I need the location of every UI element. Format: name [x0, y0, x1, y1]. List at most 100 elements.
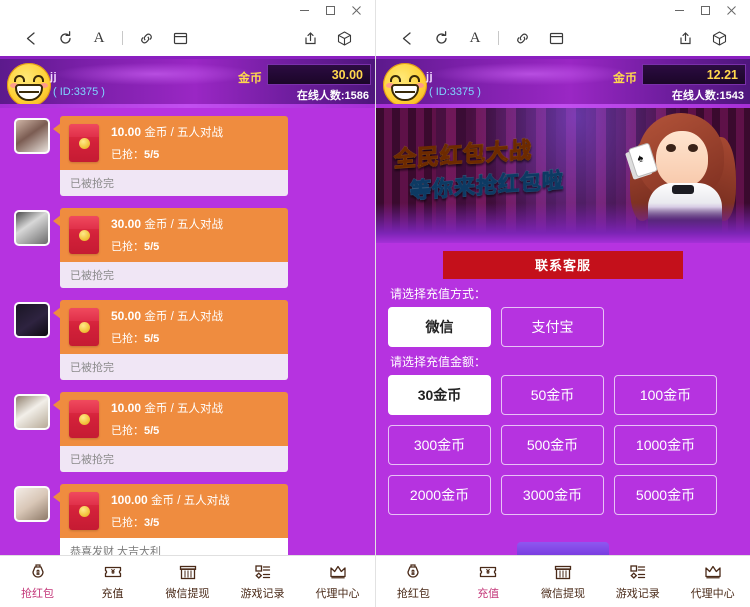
- link-icon[interactable]: [129, 21, 163, 55]
- share-icon[interactable]: [668, 21, 702, 55]
- app-header-right: jj ( ID:3375 ) 金币 12.21 在线人数:1543: [376, 56, 750, 108]
- window-icon[interactable]: [539, 21, 573, 55]
- banner-headline: 全民红包大战 等你来抢红包啦: [394, 130, 565, 206]
- list-item[interactable]: 100.00 金币 / 五人对战 已抢：3/5 恭喜发财 大吉大利: [0, 484, 375, 555]
- window-icon[interactable]: [163, 21, 197, 55]
- avatar: [14, 486, 50, 522]
- avatar[interactable]: [7, 63, 51, 107]
- packet-status: 已被抢完: [60, 446, 288, 472]
- payment-method-wechat[interactable]: 微信: [388, 307, 491, 347]
- packet-claim: 已抢：5/5: [111, 330, 280, 346]
- close-icon[interactable]: [718, 1, 744, 19]
- character-bowtie: [672, 185, 694, 194]
- contact-support-button[interactable]: 联系客服: [443, 249, 683, 279]
- gift-icon: [554, 565, 572, 580]
- maximize-icon[interactable]: [317, 1, 343, 19]
- packet-unit: 金币 / 五人对战: [144, 403, 223, 416]
- left-pane: A jj (ID:3375) 金币 30.00 在线人数:1586 10.0…: [0, 0, 375, 607]
- list-item[interactable]: 10.00 金币 / 五人对战 已抢：5/5 已被抢完: [0, 392, 375, 478]
- payment-method-group: 微信 支付宝: [376, 307, 750, 347]
- recharge-panel: 联系客服 请选择充值方式： 微信 支付宝 请选择充值金额： 30金币 50金币 …: [376, 243, 750, 555]
- list-item[interactable]: 50.00 金币 / 五人对战 已抢：5/5 已被抢完: [0, 300, 375, 386]
- tab-wechat-withdraw[interactable]: 微信提现: [526, 562, 601, 601]
- tab-recharge[interactable]: 充值: [75, 562, 150, 601]
- close-icon[interactable]: [343, 1, 369, 19]
- window-controls-right: [376, 0, 750, 20]
- amount-option-3000[interactable]: 3000金币: [501, 475, 604, 515]
- amount-option-5000[interactable]: 5000金币: [614, 475, 717, 515]
- tab-label: 充值: [477, 588, 500, 600]
- refresh-icon[interactable]: [424, 21, 458, 55]
- tab-label: 游戏记录: [615, 588, 660, 600]
- tab-label: 微信提现: [165, 588, 210, 600]
- tab-label: 充值: [101, 588, 124, 600]
- red-packet-icon: [69, 400, 99, 438]
- amount-option-100[interactable]: 100金币: [614, 375, 717, 415]
- packet-bubble: 50.00 金币 / 五人对战 已抢：5/5 已被抢完: [53, 300, 288, 380]
- minimize-icon[interactable]: [666, 1, 692, 19]
- coin-value: 30.00: [331, 67, 363, 82]
- packet-bubble-body: 30.00 金币 / 五人对战 已抢：5/5: [60, 208, 288, 262]
- packet-claim-value: 5/5: [144, 332, 160, 345]
- amount-option-500[interactable]: 500金币: [501, 425, 604, 465]
- red-packet-icon: [69, 308, 99, 346]
- tab-wechat-withdraw[interactable]: 微信提现: [150, 562, 225, 601]
- ticket-icon: [104, 566, 121, 578]
- packet-unit: 金币 / 五人对战: [151, 495, 230, 508]
- red-packet-icon: [69, 124, 99, 162]
- packet-status: 已被抢完: [60, 262, 288, 288]
- cube-icon[interactable]: [702, 21, 736, 55]
- tab-label: 抢红包: [21, 588, 54, 600]
- packet-texts: 50.00 金币 / 五人对战 已抢：5/5: [111, 308, 280, 345]
- avatar[interactable]: [383, 63, 427, 107]
- packet-unit: 金币 / 五人对战: [144, 127, 223, 140]
- tab-label: 抢红包: [396, 588, 430, 600]
- amount-option-30[interactable]: 30金币: [388, 375, 491, 415]
- coin-balance-box: 12.21: [642, 64, 746, 85]
- packet-amount: 10.00: [111, 125, 142, 140]
- packet-texts: 10.00 金币 / 五人对战 已抢：5/5: [111, 124, 280, 161]
- text-size-icon[interactable]: A: [458, 21, 492, 55]
- list-item[interactable]: 30.00 金币 / 五人对战 已抢：5/5 已被抢完: [0, 208, 375, 294]
- avatar: [14, 210, 50, 246]
- tab-grab-red-packet[interactable]: 抢红包: [0, 562, 75, 601]
- header-glow: [55, 63, 255, 85]
- red-packet-icon: [69, 492, 99, 530]
- money-bag-icon: [407, 564, 420, 578]
- text-size-icon[interactable]: A: [82, 21, 116, 55]
- packet-bubble: 10.00 金币 / 五人对战 已抢：5/5 已被抢完: [53, 392, 288, 472]
- packet-claim-label: 已抢：: [111, 424, 144, 437]
- share-icon[interactable]: [293, 21, 327, 55]
- packet-bubble-body: 10.00 金币 / 五人对战 已抢：5/5: [60, 116, 288, 170]
- packet-title: 10.00 金币 / 五人对战: [111, 124, 280, 141]
- minimize-icon[interactable]: [291, 1, 317, 19]
- packet-amount: 10.00: [111, 401, 142, 416]
- back-arrow-icon[interactable]: [14, 21, 48, 55]
- payment-method-alipay[interactable]: 支付宝: [501, 307, 604, 347]
- back-arrow-icon[interactable]: [390, 21, 424, 55]
- tab-grab-red-packet[interactable]: 抢红包: [376, 562, 451, 601]
- tab-recharge[interactable]: 充值: [451, 562, 526, 601]
- window-controls-left: [0, 0, 375, 20]
- tab-label: 代理中心: [315, 588, 360, 600]
- tab-game-records[interactable]: 游戏记录: [600, 562, 675, 601]
- maximize-icon[interactable]: [692, 1, 718, 19]
- packet-claim-label: 已抢：: [111, 148, 144, 161]
- link-icon[interactable]: [505, 21, 539, 55]
- tab-agent-center[interactable]: 代理中心: [675, 562, 750, 601]
- refresh-icon[interactable]: [48, 21, 82, 55]
- amount-option-50[interactable]: 50金币: [501, 375, 604, 415]
- ticket-icon: [480, 566, 497, 578]
- tab-agent-center[interactable]: 代理中心: [300, 562, 375, 601]
- packet-claim-value: 5/5: [144, 148, 160, 161]
- amount-option-300[interactable]: 300金币: [388, 425, 491, 465]
- amount-option-2000[interactable]: 2000金币: [388, 475, 491, 515]
- cube-icon[interactable]: [327, 21, 361, 55]
- amount-option-1000[interactable]: 1000金币: [614, 425, 717, 465]
- list-item[interactable]: 10.00 金币 / 五人对战 已抢：5/5 已被抢完: [0, 116, 375, 202]
- browser-toolbar-left: A: [0, 20, 375, 56]
- tab-game-records[interactable]: 游戏记录: [225, 562, 300, 601]
- coin-value: 12.21: [706, 67, 738, 82]
- submit-recharge-button[interactable]: [517, 542, 609, 555]
- amount-label: 请选择充值金额：: [390, 355, 487, 369]
